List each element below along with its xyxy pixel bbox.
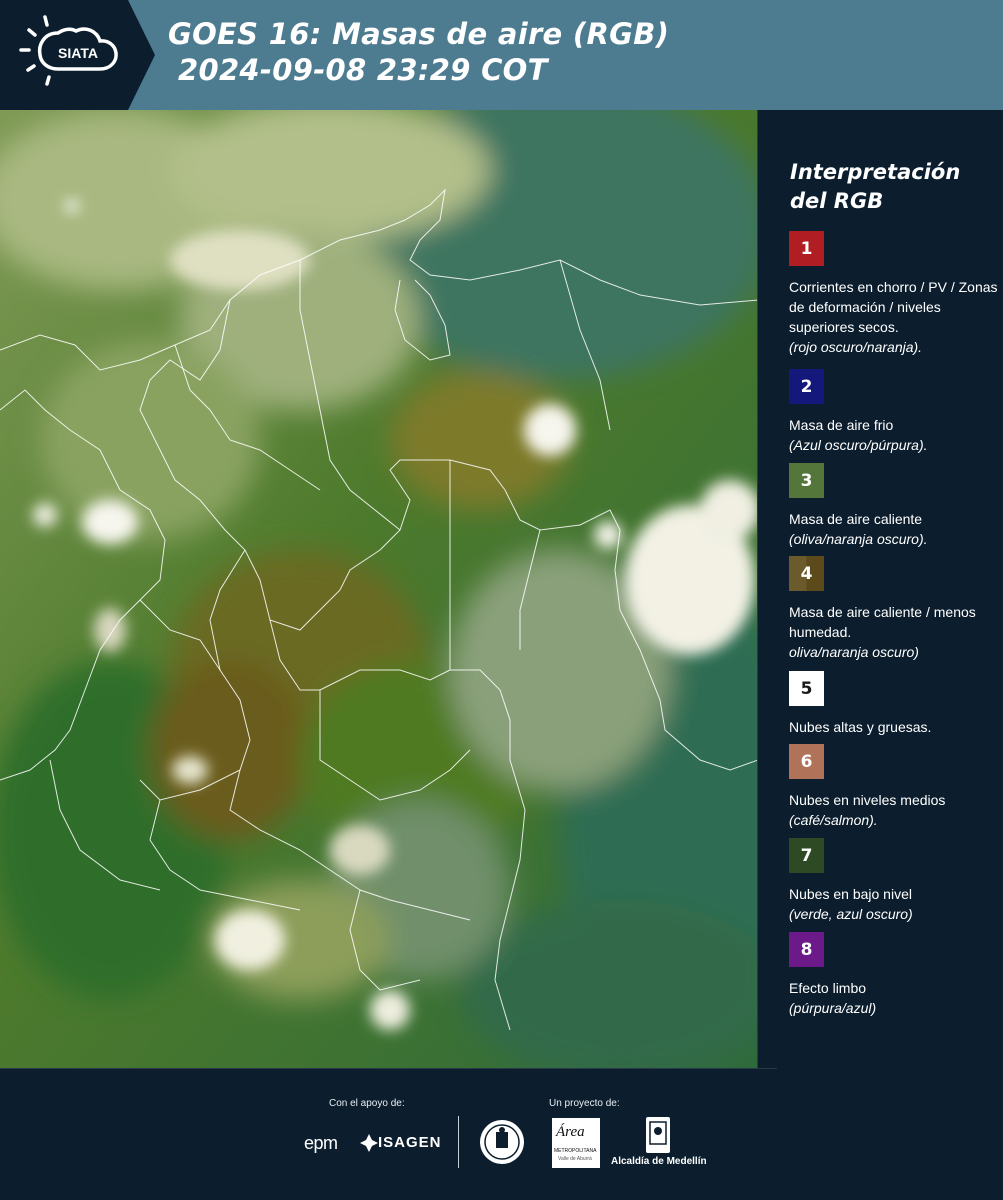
- legend-note-2: (Azul oscuro/púrpura).: [789, 437, 928, 453]
- legend-text-6: Nubes en niveles medios: [789, 792, 946, 808]
- alcaldia-logo-text: Alcaldía de Medellín: [611, 1156, 707, 1167]
- legend-text-3: Masa de aire caliente: [789, 511, 923, 527]
- legend-item-8: 8 Efecto limbo (púrpura/azul): [789, 932, 999, 1018]
- legend-item-7: 7 Nubes en bajo nivel (verde, azul oscuro…: [789, 838, 999, 924]
- siata-logo-text: SIATA: [58, 45, 98, 61]
- legend-swatch-4: 4: [789, 556, 824, 591]
- legend-num-8: 8: [800, 939, 813, 960]
- legend-panel: Interpretación del RGB 1 Corrientes en c…: [758, 110, 1003, 1068]
- project-label: Un proyecto de:: [549, 1098, 620, 1109]
- legend-title-line1: Interpretación: [790, 160, 961, 184]
- legend-text-2: Masa de aire frio: [789, 417, 894, 433]
- legend-text-1: Corrientes en chorro / PV / Zonas de def…: [789, 279, 998, 335]
- header: SIATA GOES 16: Masas de aire (RGB) 2024-…: [0, 0, 1003, 110]
- legend-text-4: Masa de aire caliente / menos humedad.: [789, 604, 976, 640]
- legend-item-2: 2 Masa de aire frio (Azul oscuro/púrpura)…: [789, 369, 999, 455]
- legend-note-6: (café/salmon).: [789, 812, 878, 828]
- legend-text-8: Efecto limbo: [789, 980, 867, 996]
- title-line1: GOES 16: Masas de aire (RGB): [168, 17, 670, 51]
- page: { "header": { "logo_text": "SIATA", "tit…: [0, 0, 1003, 1200]
- legend-title: Interpretación del RGB: [790, 158, 960, 216]
- medellin-shield-icon: [646, 1117, 670, 1153]
- legend-swatch-3: 3: [789, 463, 824, 498]
- isagen-logo: ISAGEN: [378, 1134, 442, 1151]
- legend-item-1: 1 Corrientes en chorro / PV / Zonas de d…: [789, 231, 999, 357]
- university-seal-icon: [480, 1120, 524, 1164]
- legend-note-3: (oliva/naranja oscuro).: [789, 531, 928, 547]
- page-title: GOES 16: Masas de aire (RGB) 2024-09-08 …: [168, 16, 669, 88]
- legend-num-2: 2: [800, 376, 813, 397]
- area-logo-text: Área: [556, 1124, 585, 1140]
- legend-num-4: 4: [800, 563, 813, 584]
- footer-divider: [0, 1068, 777, 1069]
- legend-num-3: 3: [800, 470, 813, 491]
- legend-num-7: 7: [800, 845, 813, 866]
- isagen-logo-icon: [360, 1134, 378, 1152]
- legend-swatch-5: 5: [789, 671, 824, 706]
- legend-swatch-8: 8: [789, 932, 824, 967]
- legend-swatch-6: 6: [789, 744, 824, 779]
- siata-logo: SIATA: [0, 0, 155, 110]
- area-metropolitana-logo: Área METROPOLITANA Valle de Aburrá: [552, 1118, 600, 1168]
- title-line2: 2024-09-08 23:29 COT: [178, 53, 548, 87]
- footer: Con el apoyo de: Un proyecto de: epm ISA…: [0, 1068, 1003, 1200]
- epm-logo: epm: [304, 1133, 338, 1153]
- legend-item-4: 4 Masa de aire caliente / menos humedad.…: [789, 556, 999, 662]
- logo-separator: [458, 1116, 459, 1168]
- legend-note-1: (rojo oscuro/naranja).: [789, 339, 923, 355]
- legend-text-5: Nubes altas y gruesas.: [789, 719, 932, 735]
- legend-note-4: oliva/naranja oscuro): [789, 644, 919, 660]
- legend-note-8: (púrpura/azul): [789, 1000, 877, 1016]
- support-label: Con el apoyo de:: [329, 1098, 405, 1109]
- legend-num-1: 1: [800, 238, 813, 259]
- legend-item-3: 3 Masa de aire caliente (oliva/naranja os…: [789, 463, 999, 549]
- legend-item-5: 5 Nubes altas y gruesas.: [789, 671, 999, 737]
- legend-text-7: Nubes en bajo nivel: [789, 886, 912, 902]
- legend-swatch-1: 1: [789, 231, 824, 266]
- legend-num-5: 5: [800, 678, 813, 699]
- legend-num-6: 6: [800, 751, 813, 772]
- legend-swatch-2: 2: [789, 369, 824, 404]
- area-logo-sub: METROPOLITANA: [554, 1148, 597, 1154]
- legend-item-6: 6 Nubes en niveles medios (café/salmon).: [789, 744, 999, 830]
- legend-note-7: (verde, azul oscuro): [789, 906, 913, 922]
- legend-swatch-7: 7: [789, 838, 824, 873]
- area-logo-sub2: Valle de Aburrá: [558, 1156, 592, 1162]
- legend-title-line2: del RGB: [790, 189, 884, 213]
- satellite-map: [0, 110, 758, 1068]
